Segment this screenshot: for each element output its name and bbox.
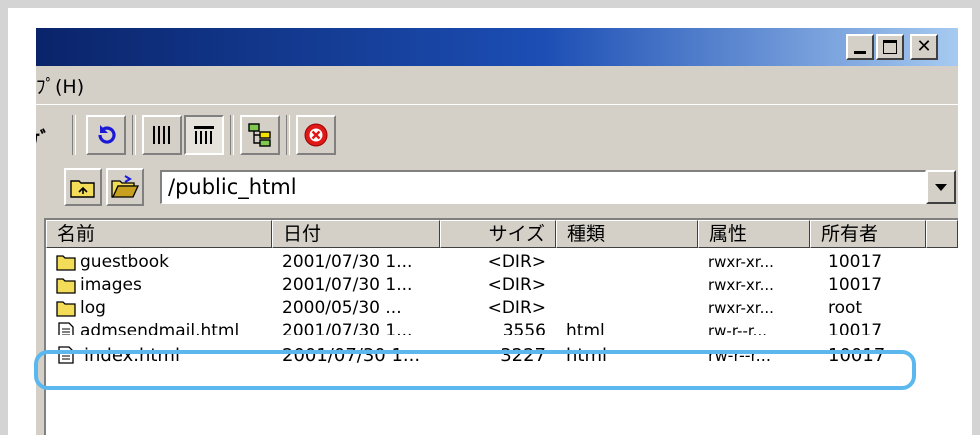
file-date: 2001/07/30 1... [282, 252, 413, 272]
list-item[interactable]: admsendmail.html 2001/07/30 1... 3556 ht… [46, 319, 958, 335]
stop-button[interactable] [296, 115, 336, 155]
file-owner: root [828, 298, 863, 318]
column-header-row: 名前 日付 サイズ 種類 属性 所有者 [46, 220, 958, 248]
file-name: images [80, 275, 142, 295]
stop-icon [304, 123, 328, 147]
open-folder-icon [111, 175, 139, 198]
column-header-type[interactable]: 種類 [556, 220, 698, 248]
toolbar-separator [132, 115, 136, 155]
up-folder-icon [70, 180, 95, 198]
chevron-down-icon [935, 183, 947, 191]
file-date: 2001/07/30 1... [282, 275, 413, 295]
file-icon [58, 322, 74, 335]
details-view-icon [194, 126, 214, 144]
address-bar: /public_html [36, 168, 958, 210]
menu-bar: ﾌﾟ(H) [36, 66, 958, 104]
folder-icon [56, 255, 76, 271]
maximize-button[interactable] [876, 34, 904, 60]
toolbar-separator [286, 115, 290, 155]
tree-view-button[interactable] [240, 115, 280, 155]
refresh-button[interactable] [86, 115, 126, 155]
toolbar-separator [230, 115, 234, 155]
folder-icon [56, 301, 76, 317]
details-view-button[interactable] [184, 115, 224, 155]
file-name: log [80, 298, 106, 318]
column-header-size[interactable]: サイズ [440, 220, 556, 248]
list-view-button[interactable] [142, 115, 182, 155]
minimize-button[interactable] [846, 34, 874, 60]
maximize-icon [883, 40, 897, 54]
column-header-attributes[interactable]: 属性 [698, 220, 810, 248]
file-name: admsendmail.html [80, 321, 240, 335]
toolbar-partial-button-label[interactable]: ｹﾞ [36, 123, 50, 152]
title-bar[interactable]: ✕ [36, 28, 958, 66]
file-size: <DIR> [487, 252, 546, 272]
column-header-filler [926, 220, 958, 248]
list-item[interactable]: log 2000/05/30 ... <DIR> rwxr-xr... root [46, 296, 958, 320]
file-date: 2000/05/30 ... [282, 298, 402, 318]
menu-help[interactable]: ﾌﾟ(H) [36, 72, 84, 99]
open-folder-button[interactable] [106, 168, 144, 206]
up-folder-button[interactable] [64, 168, 102, 206]
file-list[interactable]: 名前 日付 サイズ 種類 属性 所有者 guestbook 2001/07/30… [44, 218, 958, 435]
list-view-icon [153, 126, 170, 144]
minimize-icon [854, 50, 866, 54]
file-size: 3556 [502, 321, 546, 335]
file-owner: 10017 [828, 321, 883, 335]
list-item[interactable]: guestbook 2001/07/30 1... <DIR> rwxr-xr.… [46, 250, 958, 274]
tree-view-icon [248, 123, 271, 147]
file-owner: 10017 [828, 252, 883, 272]
file-attributes: rw-r--r... [708, 322, 767, 335]
column-header-date[interactable]: 日付 [272, 220, 440, 248]
file-attributes: rwxr-xr... [708, 276, 774, 294]
selection-highlight [34, 350, 916, 390]
file-size: <DIR> [487, 298, 546, 318]
file-size: <DIR> [487, 275, 546, 295]
path-dropdown-button[interactable] [926, 170, 956, 204]
close-icon: ✕ [916, 36, 932, 57]
column-header-owner[interactable]: 所有者 [810, 220, 926, 248]
file-attributes: rwxr-xr... [708, 253, 774, 271]
close-button[interactable]: ✕ [910, 34, 938, 60]
column-header-name[interactable]: 名前 [46, 220, 272, 248]
list-item[interactable]: images 2001/07/30 1... <DIR> rwxr-xr... … [46, 273, 958, 297]
folder-icon [56, 278, 76, 294]
file-name: guestbook [80, 252, 169, 272]
file-attributes: rwxr-xr... [708, 299, 774, 317]
toolbar: ｹﾞ [36, 104, 958, 167]
toolbar-separator [72, 115, 76, 155]
refresh-icon [98, 125, 116, 144]
file-date: 2001/07/30 1... [282, 321, 413, 335]
file-type: html [566, 321, 605, 335]
path-input[interactable]: /public_html [160, 170, 926, 204]
file-owner: 10017 [828, 275, 883, 295]
